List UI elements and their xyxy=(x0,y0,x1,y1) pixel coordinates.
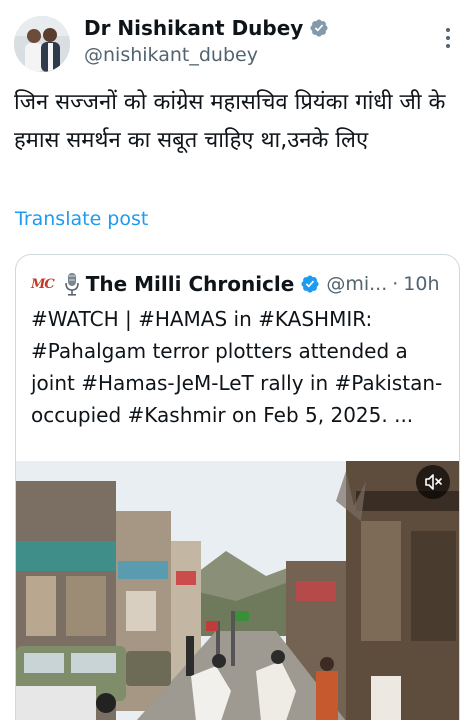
post-text: जिन सज्जनों को कांग्रेस महासचिव प्रियंका… xyxy=(14,90,446,153)
milli-chronicle-logo: MC xyxy=(31,276,55,292)
separator-dot: · xyxy=(392,273,399,295)
author-handle[interactable]: @nishikant_dubey xyxy=(84,44,329,66)
author-display-name-text: Dr Nishikant Dubey xyxy=(84,16,304,40)
quoted-post-time[interactable]: 10h xyxy=(403,273,439,295)
quoted-post-card[interactable]: MC The Milli Chronicle @mi... · 10h #WAT… xyxy=(15,254,460,720)
verified-badge-icon xyxy=(310,19,328,37)
quoted-post-header: MC The Milli Chronicle @mi... · 10h xyxy=(31,269,440,299)
mute-icon[interactable] xyxy=(416,465,450,499)
author-display-name[interactable]: Dr Nishikant Dubey xyxy=(84,16,329,40)
quoted-author-name[interactable]: The Milli Chronicle xyxy=(86,272,295,296)
microphone-icon xyxy=(64,273,79,296)
quoted-author-handle[interactable]: @mi... xyxy=(326,273,387,295)
quoted-post-text: #WATCH | #HAMAS in #KASHMIR: #Pahalgam t… xyxy=(31,307,443,427)
quoted-verified-badge-icon xyxy=(301,275,319,293)
author-names: Dr Nishikant Dubey @nishikant_dubey xyxy=(84,16,329,66)
translate-post-link[interactable]: Translate post xyxy=(15,208,148,230)
avatar[interactable] xyxy=(14,16,70,72)
post-header: Dr Nishikant Dubey @nishikant_dubey xyxy=(14,14,464,74)
more-options-icon[interactable] xyxy=(444,28,452,52)
video-thumbnail[interactable] xyxy=(16,461,459,720)
